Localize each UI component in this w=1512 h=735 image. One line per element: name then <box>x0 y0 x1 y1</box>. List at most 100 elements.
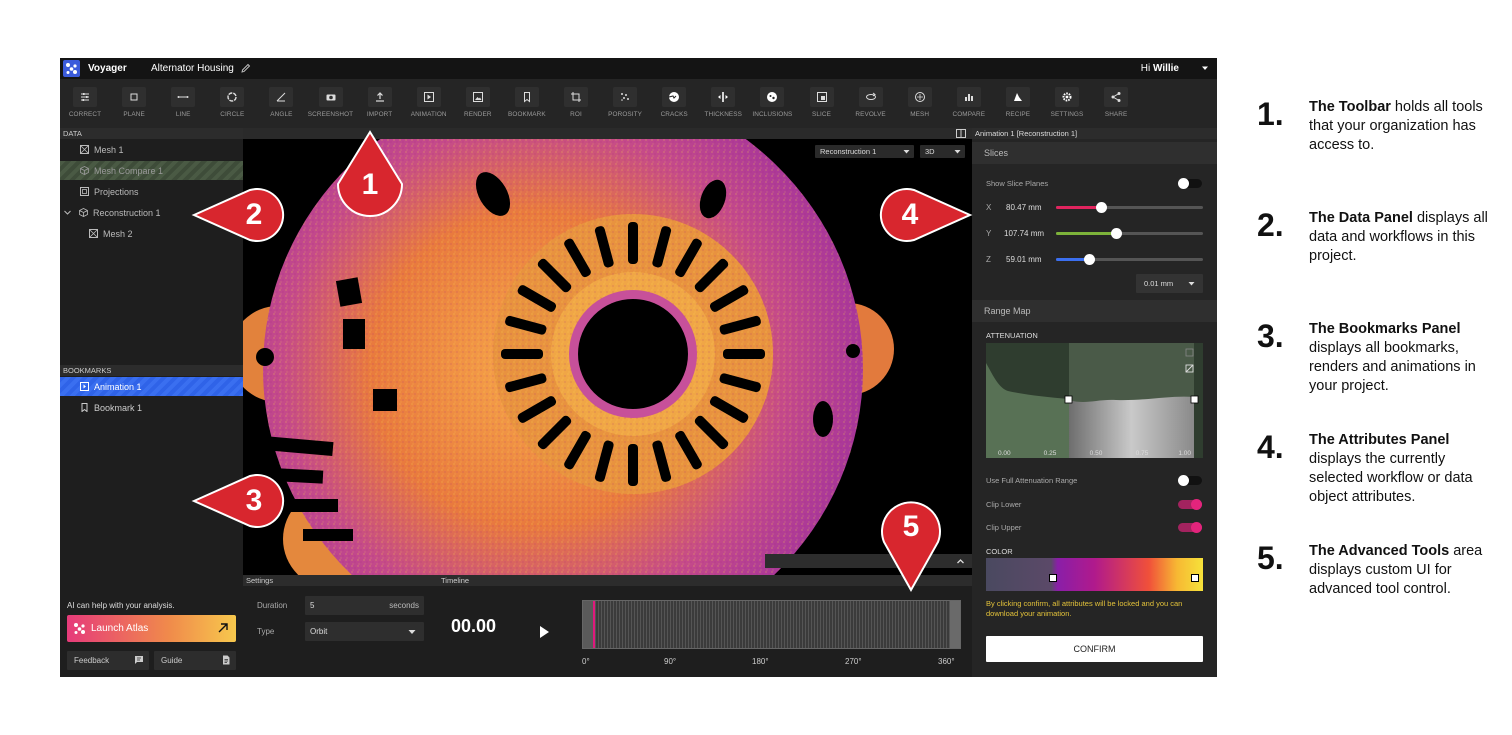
feedback-button[interactable]: Feedback <box>67 651 149 670</box>
clip-lower-toggle[interactable] <box>1178 499 1202 510</box>
launch-atlas-button[interactable]: Launch Atlas <box>67 615 236 642</box>
advanced-tools-area: Duration 5 seconds Type Orbit 00.00 0° 9… <box>243 586 972 677</box>
tool-recipe-button[interactable]: RECIPE <box>993 87 1043 127</box>
color-map-handle[interactable] <box>1191 574 1199 582</box>
tool-thickness-button[interactable]: THICKNESS <box>698 87 748 127</box>
timeline-tick: 180° <box>752 657 769 666</box>
tool-porosity-button[interactable]: POROSITY <box>600 87 650 127</box>
step-size-select[interactable]: 0.01 mm <box>1136 274 1203 293</box>
legend-number: 2. <box>1257 207 1284 243</box>
tool-icon-box <box>416 87 441 107</box>
atten-tick: 0.00 <box>998 450 1011 457</box>
tool-icon-box <box>907 87 932 107</box>
mesh-icon <box>80 145 89 154</box>
legend-description: displays the currently selected workflow… <box>1309 451 1473 505</box>
tool-render-button[interactable]: RENDER <box>453 87 503 127</box>
tool-correct-button[interactable]: CORRECT <box>60 87 110 127</box>
slice-slider-thumb[interactable] <box>1084 254 1096 265</box>
tool-roi-button[interactable]: ROI <box>551 87 601 127</box>
legend-description: displays all bookmarks, renders and anim… <box>1309 340 1476 394</box>
type-select[interactable]: Orbit <box>305 622 424 641</box>
confirm-button[interactable]: CONFIRM <box>986 636 1203 662</box>
legend-title: The Toolbar <box>1309 99 1391 115</box>
tool-slice-button[interactable]: SLICE <box>797 87 847 127</box>
timeline-start-cap <box>583 601 593 648</box>
data-panel: Mesh 1 Mesh Compare 1 Projections Recons… <box>60 139 243 365</box>
tool-screenshot-button[interactable]: SCREENSHOT <box>306 87 356 127</box>
tool-circle-button[interactable]: CIRCLE <box>207 87 257 127</box>
tool-icon-box <box>662 87 687 107</box>
tool-icon-box <box>171 87 196 107</box>
tool-revolve-button[interactable]: REVOLVE <box>846 87 896 127</box>
tool-animation-button[interactable]: ANIMATION <box>404 87 454 127</box>
spoke-gap <box>501 349 543 359</box>
panel-toggle-icon[interactable] <box>956 129 966 138</box>
color-map-handle[interactable] <box>1049 574 1057 582</box>
slice-slider-z[interactable] <box>1056 254 1203 265</box>
toolbar: CORRECT PLANE LINE CIRCLE ANGLE SCREENSHOT IMP… <box>60 79 1217 128</box>
tool-line-button[interactable]: LINE <box>158 87 208 127</box>
slice-slider-thumb[interactable] <box>1110 228 1122 239</box>
line-icon <box>177 96 189 98</box>
tool-icon-box <box>122 87 147 107</box>
callout-3: 3 <box>190 474 286 530</box>
slice-slider-y[interactable] <box>1056 228 1203 239</box>
tool-compare-button[interactable]: COMPARE <box>944 87 994 127</box>
cracks-icon <box>669 92 680 102</box>
tool-cracks-button[interactable]: CRACKS <box>649 87 699 127</box>
project-name[interactable]: Alternator Housing <box>151 63 234 74</box>
tool-bookmark-button[interactable]: BOOKMARK <box>502 87 552 127</box>
tool-angle-button[interactable]: ANGLE <box>256 87 306 127</box>
range-map-section-header[interactable]: Range Map <box>972 300 1217 322</box>
bookmark-item-bookmark-1[interactable]: Bookmark 1 <box>60 398 243 417</box>
tool-icon-box <box>465 87 490 107</box>
bookmark-icon <box>523 92 530 103</box>
user-menu[interactable]: Hi Willie <box>1141 63 1179 74</box>
slice-slider-x[interactable] <box>1056 202 1203 213</box>
arrow-up-right-icon <box>218 623 228 633</box>
bookmark-item-animation-1[interactable]: Animation 1 <box>60 377 243 396</box>
tool-plane-button[interactable]: PLANE <box>109 87 159 127</box>
timeline-tick: 360° <box>938 657 955 666</box>
tool-settings-button[interactable]: SETTINGS <box>1042 87 1092 127</box>
timeline-tick: 90° <box>664 657 677 666</box>
slices-section-header[interactable]: Slices <box>972 142 1217 164</box>
data-item-mesh-compare-1[interactable]: Mesh Compare 1 <box>60 161 243 180</box>
clip-upper-toggle[interactable] <box>1178 522 1202 533</box>
atten-tick: 0.25 <box>1044 450 1057 457</box>
tool-inclusions-button[interactable]: INCLUSIONS <box>747 87 797 127</box>
timeline-track[interactable] <box>582 600 961 649</box>
view-mode-select[interactable]: 3D <box>920 145 965 158</box>
tool-mesh-button[interactable]: MESH <box>895 87 945 127</box>
attributes-panel: Slices Show Slice Planes X 80.47 mm Y 10… <box>972 139 1217 677</box>
tool-share-button[interactable]: SHARE <box>1091 87 1141 127</box>
use-full-range-toggle[interactable] <box>1178 475 1202 486</box>
timeline-playhead[interactable] <box>593 601 595 648</box>
tool-import-button[interactable]: IMPORT <box>355 87 405 127</box>
data-item-label: Mesh 1 <box>94 144 124 155</box>
callout-number: 3 <box>245 484 263 517</box>
duration-label: Duration <box>257 601 288 610</box>
voyager-logo-icon[interactable] <box>63 60 80 77</box>
type-label: Type <box>257 627 275 636</box>
attenuation-histogram[interactable]: 0.00 0.25 0.50 0.75 1.00 <box>986 343 1203 458</box>
pencil-icon[interactable] <box>241 63 251 73</box>
chevron-down-icon[interactable] <box>63 208 72 217</box>
timeline-end-cap <box>950 601 960 648</box>
play-icon[interactable] <box>537 625 551 639</box>
tool-icon-box <box>858 87 883 107</box>
chevron-down-icon[interactable] <box>1200 63 1210 73</box>
share-icon <box>1111 92 1121 102</box>
legend-text: The Data Panel displays all data and wor… <box>1309 209 1494 266</box>
show-slice-planes-toggle[interactable] <box>1178 178 1202 189</box>
duration-input[interactable]: 5 seconds <box>305 596 424 615</box>
data-item-label: Reconstruction 1 <box>93 207 161 218</box>
guide-button[interactable]: Guide <box>154 651 236 670</box>
color-map[interactable] <box>986 558 1203 591</box>
data-item-mesh-1[interactable]: Mesh 1 <box>60 140 243 159</box>
source-select[interactable]: Reconstruction 1 <box>815 145 914 158</box>
feedback-label: Feedback <box>74 656 110 665</box>
chevron-down-icon <box>903 150 910 154</box>
slice-slider-thumb[interactable] <box>1096 202 1108 213</box>
axis-x-label: X <box>986 203 992 212</box>
